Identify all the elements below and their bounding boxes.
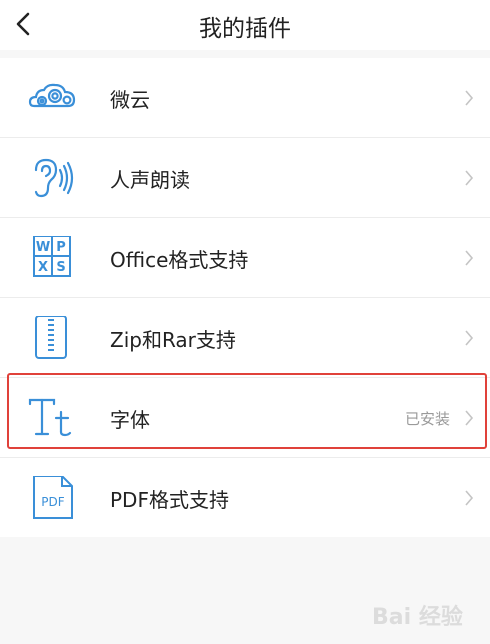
plugin-row-voice-reading[interactable]: 人声朗读 xyxy=(0,138,490,218)
zip-archive-icon xyxy=(35,316,67,359)
plugin-row-zip-rar[interactable]: Zip和Rar支持 xyxy=(0,298,490,378)
office-letter: W xyxy=(36,240,50,255)
plugin-label: PDF格式支持 xyxy=(110,488,229,512)
plugin-label: 人声朗读 xyxy=(110,168,190,192)
pdf-file-icon: PDF xyxy=(33,476,73,519)
watermark-text: Bai 经验 xyxy=(372,604,463,630)
chevron-right-icon xyxy=(465,170,474,186)
installed-status: 已安装 xyxy=(404,410,450,428)
plugin-row-pdf[interactable]: PDF PDF格式支持 xyxy=(0,458,490,537)
chevron-right-icon xyxy=(465,410,474,426)
plugin-label: 字体 xyxy=(110,408,150,432)
page-title: 我的插件 xyxy=(199,16,291,42)
office-wpxs-icon: W P X S xyxy=(33,236,71,277)
chevron-right-icon xyxy=(465,90,474,106)
office-letter: P xyxy=(56,240,66,255)
plugin-row-font[interactable]: 字体 已安装 xyxy=(0,378,490,458)
weiyun-cloud-icon xyxy=(28,83,76,108)
chevron-right-icon xyxy=(465,330,474,346)
chevron-right-icon xyxy=(465,490,474,506)
office-letter: X xyxy=(38,260,48,275)
plugin-label: 微云 xyxy=(110,88,150,112)
pdf-icon-label: PDF xyxy=(41,495,64,509)
chevron-right-icon xyxy=(465,250,474,266)
plugin-label: Zip和Rar支持 xyxy=(110,328,236,352)
office-letter: S xyxy=(56,260,65,275)
ear-voice-icon xyxy=(34,158,74,198)
plugin-row-office[interactable]: W P X S Office格式支持 xyxy=(0,218,490,298)
top-bar: 我的插件 xyxy=(0,0,490,50)
plugin-label: Office格式支持 xyxy=(110,248,249,272)
plugin-row-weiyun[interactable]: 微云 xyxy=(0,58,490,138)
baidu-jingyan-watermark: Bai 经验 xyxy=(372,604,463,630)
plugin-list: 微云 人声朗读 W P X S Office格式支持 Zip和Rar支持 字体 … xyxy=(0,58,490,537)
font-tt-icon xyxy=(28,398,72,437)
